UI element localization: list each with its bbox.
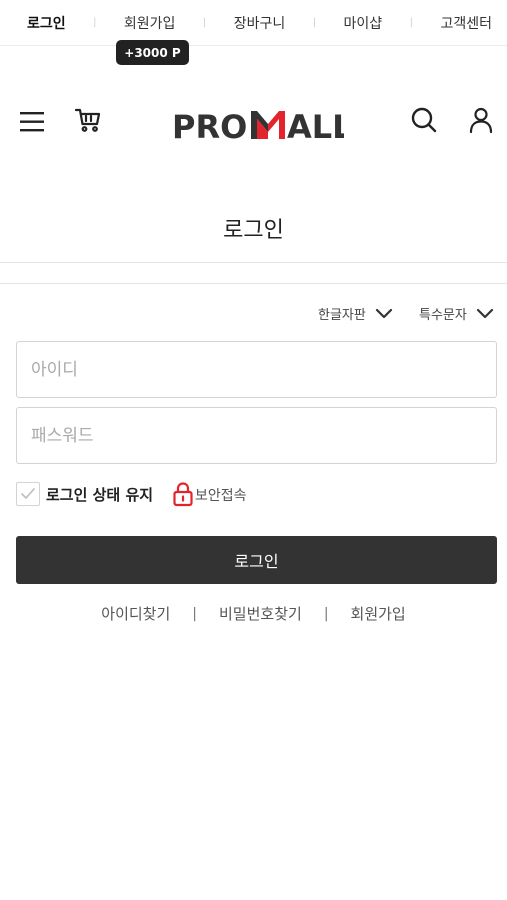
find-id-link[interactable]: 아이디찾기 bbox=[101, 603, 170, 624]
login-button[interactable]: 로그인 bbox=[16, 536, 497, 584]
link-divider: | bbox=[192, 605, 197, 622]
logo-text-pro: PRO bbox=[172, 108, 247, 143]
logo-m-mark bbox=[251, 111, 285, 139]
check-icon bbox=[21, 488, 35, 499]
find-password-link[interactable]: 비밀번호찾기 bbox=[219, 603, 302, 624]
search-icon[interactable] bbox=[410, 106, 438, 134]
top-nav-separator: | bbox=[202, 17, 207, 28]
top-nav-separator: | bbox=[409, 17, 414, 28]
remember-login-checkbox[interactable] bbox=[16, 482, 40, 506]
top-nav-support-link[interactable]: 고객센터 bbox=[440, 13, 492, 33]
top-nav-cart-link[interactable]: 장바구니 bbox=[234, 13, 286, 33]
signup-point-badge: +3000 P bbox=[116, 40, 189, 65]
logo-text-all: ALL bbox=[287, 108, 344, 143]
id-input[interactable] bbox=[16, 341, 497, 398]
top-nav-myshop-link[interactable]: 마이샵 bbox=[344, 13, 383, 33]
secure-connection-label[interactable]: 보안접속 bbox=[195, 485, 247, 505]
special-characters-toggle[interactable]: 특수문자 bbox=[419, 304, 494, 323]
user-icon[interactable] bbox=[467, 106, 495, 134]
top-nav-separator: | bbox=[312, 17, 317, 28]
divider bbox=[0, 283, 507, 284]
remember-login-label[interactable]: 로그인 상태 유지 bbox=[46, 484, 153, 505]
account-help-links: 아이디찾기 | 비밀번호찾기 | 회원가입 bbox=[0, 603, 507, 624]
top-utility-nav: 로그인 | 회원가입 | 장바구니 | 마이샵 | 고객센터 bbox=[0, 0, 507, 46]
hangul-keyboard-toggle[interactable]: 한글자판 bbox=[318, 304, 393, 323]
password-input[interactable] bbox=[16, 407, 497, 464]
top-nav-separator: | bbox=[93, 17, 97, 28]
divider bbox=[0, 262, 507, 263]
link-divider: | bbox=[323, 605, 329, 622]
signup-link[interactable]: 회원가입 bbox=[351, 603, 406, 624]
hamburger-menu-icon[interactable] bbox=[18, 108, 46, 136]
chevron-down-icon bbox=[476, 308, 493, 319]
chevron-down-icon bbox=[375, 308, 392, 319]
special-characters-label: 특수문자 bbox=[419, 308, 467, 323]
hangul-keyboard-label: 한글자판 bbox=[318, 308, 366, 323]
page-title: 로그인 bbox=[223, 218, 284, 243]
cart-icon[interactable] bbox=[74, 106, 102, 134]
promall-logo[interactable]: PRO ALL bbox=[172, 107, 353, 146]
top-nav-login-link[interactable]: 로그인 bbox=[27, 13, 66, 33]
lock-icon bbox=[172, 481, 194, 507]
top-nav-signup-link[interactable]: 회원가입 bbox=[124, 13, 176, 33]
